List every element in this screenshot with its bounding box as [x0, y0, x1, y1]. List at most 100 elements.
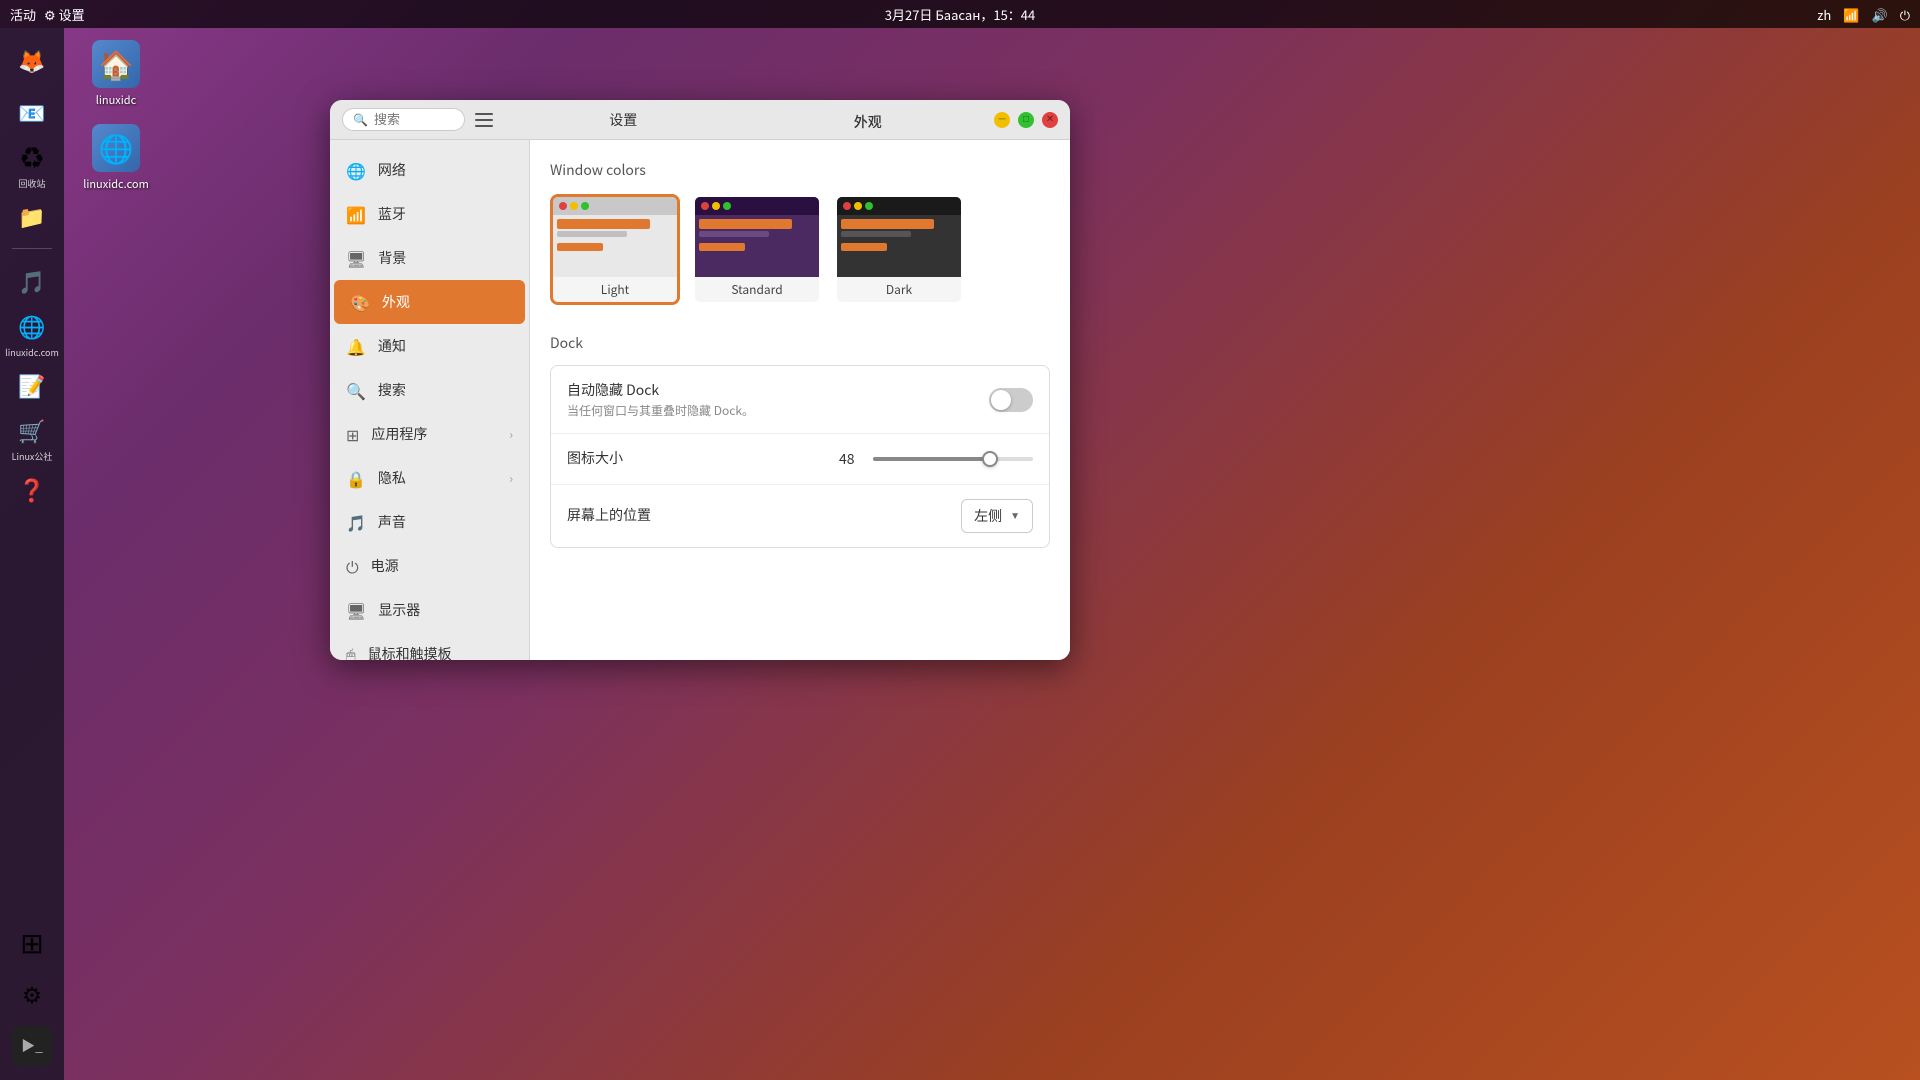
color-option-dark[interactable]: Dark	[834, 194, 964, 305]
dock-item-folder[interactable]: 📁	[8, 192, 56, 240]
std-row-2	[699, 231, 769, 237]
toggle-knob	[991, 390, 1011, 410]
desktop-icon-linuxidc-com[interactable]: 🌐 linuxidc.com	[80, 124, 152, 192]
lang-label[interactable]: zh	[1817, 5, 1831, 24]
libreoffice-icon: 📝	[12, 365, 52, 405]
auto-hide-toggle[interactable]	[989, 388, 1033, 412]
dock-item-recycle[interactable]: ♻ 回收站	[8, 140, 56, 188]
dock-item-rhythmbox[interactable]: 🎵	[8, 257, 56, 305]
rhythmbox-icon: 🎵	[12, 261, 52, 301]
window-title: 设置	[505, 110, 742, 130]
desktop-icons: 🏠 linuxidc 🌐 linuxidc.com	[80, 40, 152, 192]
sidebar-item-mouse[interactable]: 🖱 鼠标和触摸板	[330, 632, 529, 660]
sidebar-item-network[interactable]: 🌐 网络	[330, 148, 529, 192]
search-box[interactable]: 🔍	[342, 108, 465, 131]
appstore-label: Linux公社	[12, 450, 53, 461]
color-option-standard[interactable]: Standard	[692, 194, 822, 305]
folder-icon: 📁	[12, 196, 52, 236]
volume-icon[interactable]: 🔊	[1872, 5, 1888, 24]
std-row-3	[699, 243, 745, 251]
dock-item-settings[interactable]: ⚙	[8, 970, 56, 1018]
light-preview	[553, 197, 677, 277]
dock-item-firefox[interactable]: 🦊	[8, 36, 56, 84]
desktop-icon-linuxidc[interactable]: 🏠 linuxidc	[80, 40, 152, 108]
notifications-icon: 🔔	[346, 334, 366, 358]
taskbar: 活动 ⚙ 设置 3月27日 Баасан，15：44 zh 📶 🔊 ⏻	[0, 0, 1920, 28]
position-dropdown[interactable]: 左侧 ▼	[961, 499, 1033, 533]
sidebar: 🌐 网络 📶 蓝牙 🖥 背景 🎨 外观 🔔 通知 🔍 搜索	[330, 140, 530, 660]
bluetooth-label: 蓝牙	[378, 204, 513, 224]
sidebar-item-display[interactable]: 🖥 显示器	[330, 588, 529, 632]
sidebar-item-notifications[interactable]: 🔔 通知	[330, 324, 529, 368]
notifications-label: 通知	[378, 336, 513, 356]
dark-max-btn	[865, 202, 873, 210]
linuxidc-com-desktop-icon: 🌐	[92, 124, 140, 172]
power-icon[interactable]: ⏻	[1900, 5, 1910, 24]
linuxidc-icon: 🏠	[92, 40, 140, 88]
maximize-button[interactable]: □	[1018, 112, 1034, 128]
linuxidc-com-icon: 🌐	[12, 309, 52, 344]
dock-item-appstore[interactable]: 🛒 Linux公社	[8, 413, 56, 461]
network-label: 网络	[378, 160, 513, 180]
color-option-light[interactable]: Light	[550, 194, 680, 305]
dark-preview	[837, 197, 961, 277]
settings-icon: ⚙	[12, 974, 52, 1014]
grid-icon: ⊞	[12, 922, 52, 962]
minimize-button[interactable]: ─	[994, 112, 1010, 128]
auto-hide-info: 自动隐藏 Dock 当任何窗口与其重叠时隐藏 Dock。	[567, 380, 989, 419]
auto-hide-desc: 当任何窗口与其重叠时隐藏 Dock。	[567, 402, 989, 419]
slider-thumb[interactable]	[982, 451, 998, 467]
light-max-btn	[581, 202, 589, 210]
sidebar-item-apps[interactable]: ⊞ 应用程序 ›	[330, 412, 529, 456]
dock-bottom: ⊞ ⚙ ▶_	[8, 918, 56, 1070]
activities-label[interactable]: 活动	[10, 5, 36, 24]
window-controls: ─ □ ✕	[994, 112, 1058, 128]
light-row-2	[557, 231, 627, 237]
sidebar-item-search[interactable]: 🔍 搜索	[330, 368, 529, 412]
position-info: 屏幕上的位置	[567, 505, 961, 527]
apps-label: 应用程序	[371, 424, 497, 444]
icon-size-control: 48	[839, 449, 1033, 469]
sidebar-item-appearance[interactable]: 🎨 外观	[334, 280, 525, 324]
appearance-icon: 🎨	[350, 290, 370, 314]
dock-section-title: Dock	[550, 333, 1050, 353]
apps-icon: ⊞	[346, 422, 359, 446]
recycle-label: 回收站	[18, 177, 45, 188]
sidebar-item-bluetooth[interactable]: 📶 蓝牙	[330, 192, 529, 236]
dropdown-arrow-icon: ▼	[1010, 511, 1020, 522]
sidebar-item-power[interactable]: ⏻ 电源	[330, 544, 529, 588]
sidebar-item-sound[interactable]: 🎵 声音	[330, 500, 529, 544]
datetime-label: 3月27日 Баасан，15：44	[885, 5, 1035, 24]
close-button[interactable]: ✕	[1042, 112, 1058, 128]
dock-item-mail[interactable]: 📧	[8, 88, 56, 136]
dock-item-linuxidc-com[interactable]: 🌐 linuxidc.com	[8, 309, 56, 357]
light-row-1	[557, 219, 650, 229]
standard-label: Standard	[695, 277, 819, 302]
standard-preview	[695, 197, 819, 277]
terminal-icon: ▶_	[12, 1026, 52, 1066]
power-label: 电源	[371, 556, 513, 576]
sidebar-item-privacy[interactable]: 🔒 隐私 ›	[330, 456, 529, 500]
dock-separator-1	[12, 248, 52, 249]
privacy-label: 隐私	[378, 468, 497, 488]
hamburger-line-1	[475, 113, 493, 115]
linuxidc-desktop-label: linuxidc	[96, 92, 136, 108]
search-input[interactable]	[374, 112, 454, 127]
std-close-btn	[701, 202, 709, 210]
bluetooth-icon: 📶	[346, 202, 366, 226]
std-row-1	[699, 219, 792, 229]
dock-item-grid[interactable]: ⊞	[8, 918, 56, 966]
dock-item-help[interactable]: ❓	[8, 465, 56, 513]
dock-item-terminal[interactable]: ▶_	[8, 1022, 56, 1070]
taskbar-left: 活动 ⚙ 设置	[10, 5, 85, 24]
dock: 🦊 📧 ♻ 回收站 📁 🎵 🌐 linuxidc.com 📝 🛒 Linux公社…	[0, 28, 64, 1080]
slider-container: 48	[839, 449, 1033, 469]
settings-window: 🔍 设置 外观 ─ □ ✕ 🌐 网络 📶	[330, 100, 1070, 660]
light-content	[553, 215, 677, 277]
hamburger-button[interactable]	[473, 108, 497, 132]
sidebar-item-background[interactable]: 🖥 背景	[330, 236, 529, 280]
dock-item-libreoffice[interactable]: 📝	[8, 361, 56, 409]
slider-track[interactable]	[873, 457, 1033, 461]
light-titlebar	[553, 197, 677, 215]
privacy-icon: 🔒	[346, 466, 366, 490]
